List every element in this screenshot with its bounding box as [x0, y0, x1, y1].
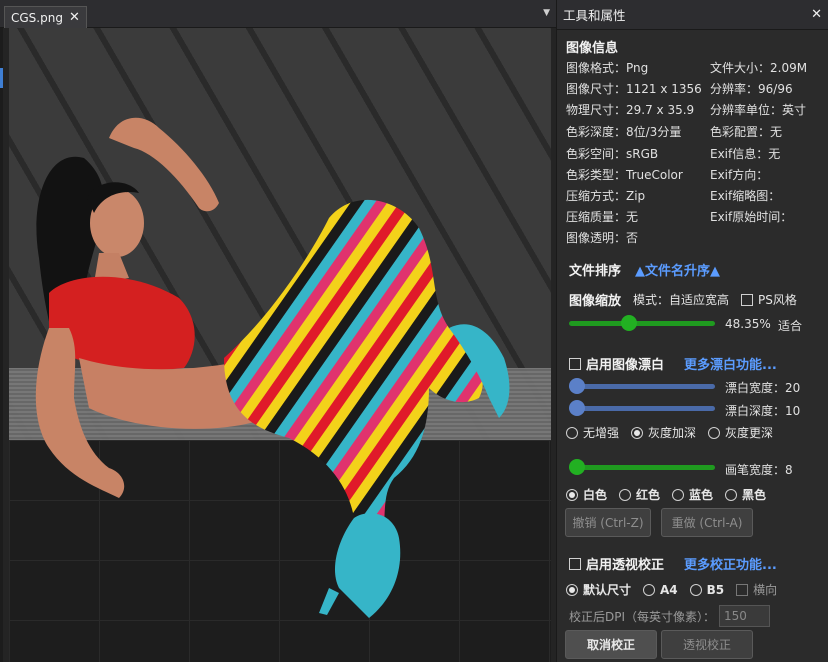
info-depth: 色彩深度：8位/3分量: [566, 125, 682, 139]
info-format: 图像格式：Png: [566, 61, 649, 75]
info-quality: 压缩质量：无: [566, 210, 639, 224]
tab-close-icon[interactable]: ✕: [69, 10, 80, 25]
info-physical: 物理尺寸：29.7 x 35.9: [566, 103, 695, 117]
whiten-checkbox[interactable]: [569, 357, 581, 370]
panel-header: 工具和属性 ✕: [557, 0, 828, 30]
color-label-white: 白色: [583, 488, 608, 502]
color-radio-black[interactable]: [725, 488, 738, 501]
info-resolution: 分辨率：96/96: [710, 82, 793, 96]
tab-bar: CGS.png ✕ ▼: [0, 0, 556, 28]
enhance-radio-deeper[interactable]: [708, 426, 721, 439]
perspective-more-link[interactable]: 更多校正功能...: [684, 554, 777, 573]
panel-title: 工具和属性: [563, 8, 626, 23]
size-radio-b5[interactable]: [689, 583, 702, 596]
whiten-depth-slider[interactable]: [569, 398, 715, 418]
brush-color-options: 白色 红色 蓝色 黑色: [566, 486, 778, 503]
zoom-slider[interactable]: [569, 313, 715, 333]
file-sort-label: 文件排序: [569, 264, 622, 279]
landscape-checkbox[interactable]: [736, 583, 749, 596]
cancel-correction-button[interactable]: 取消校正: [565, 630, 657, 659]
info-exif-thumb: Exif缩略图：: [710, 189, 781, 203]
zoom-mode: 模式：自适应宽高: [633, 293, 730, 307]
size-label-a4: A4: [660, 582, 678, 597]
tab-cgs-png[interactable]: CGS.png ✕: [4, 6, 87, 28]
info-colorspace: 色彩空间：sRGB: [566, 147, 659, 161]
size-label-default: 默认尺寸: [583, 583, 632, 597]
enhance-label-deepen: 灰度加深: [648, 426, 697, 440]
info-compression: 压缩方式：Zip: [566, 189, 646, 203]
ps-style-label: PS风格: [758, 293, 797, 307]
info-res-unit: 分辨率单位：英寸: [710, 103, 807, 117]
file-sort-row: 文件排序 ▲文件名升序▲: [569, 260, 720, 279]
zoom-percent: 48.35%: [725, 317, 771, 331]
whiten-enable-label: 启用图像漂白: [586, 358, 665, 373]
zoom-fit-label[interactable]: 适合: [778, 317, 802, 334]
color-radio-blue[interactable]: [672, 488, 685, 501]
info-colortype: 色彩类型：TrueColor: [566, 168, 683, 182]
size-radio-a4[interactable]: [643, 583, 656, 596]
color-label-black: 黑色: [742, 488, 767, 502]
dpi-label: 校正后DPI（每英寸像素）：: [569, 610, 716, 624]
perspective-row: 启用透视校正 更多校正功能...: [569, 554, 777, 573]
whiten-more-link[interactable]: 更多漂白功能...: [684, 354, 777, 373]
landscape-label: 横向: [753, 583, 778, 597]
undo-button[interactable]: 撤销 (Ctrl-Z): [565, 508, 651, 537]
color-label-blue: 蓝色: [689, 488, 714, 502]
whiten-depth-label: 漂白深度：10: [725, 404, 801, 418]
whiten-width-thumb[interactable]: [569, 378, 585, 394]
whiten-width-label: 漂白宽度：20: [725, 381, 801, 395]
image-viewer: CGS.png ✕ ▼: [0, 0, 556, 662]
color-radio-white[interactable]: [566, 488, 578, 501]
left-edge-bar: [0, 28, 3, 662]
info-exif-orient: Exif方向：: [710, 168, 769, 182]
info-size: 图像尺寸：1121 x 1356: [566, 82, 702, 96]
size-radio-default[interactable]: [566, 583, 578, 596]
info-exif-time: Exif原始时间：: [710, 210, 793, 224]
enhance-radio-deepen[interactable]: [631, 426, 644, 439]
brush-width-label: 画笔宽度：8: [725, 463, 793, 477]
info-exif: Exif信息：无: [710, 147, 781, 161]
tools-panel: 工具和属性 ✕ 图像信息 图像格式：Png 图像尺寸：1121 x 1356 物…: [556, 0, 828, 662]
enhance-label-none: 无增强: [583, 426, 620, 440]
zoom-slider-thumb[interactable]: [621, 315, 637, 331]
info-transparency: 图像透明：否: [566, 231, 639, 245]
info-profile: 色彩配置：无: [710, 125, 783, 139]
image-figure: [35, 117, 510, 618]
tab-label: CGS.png: [11, 10, 63, 25]
whiten-width-slider[interactable]: [569, 376, 715, 396]
apply-correction-button[interactable]: 透视校正: [661, 630, 753, 659]
brush-width-thumb[interactable]: [569, 459, 585, 475]
ps-style-checkbox[interactable]: [741, 293, 754, 306]
panel-close-icon[interactable]: ✕: [811, 7, 822, 22]
zoom-row: 图像缩放 模式：自适应宽高 PS风格: [569, 290, 797, 309]
info-filesize: 文件大小：2.09M: [710, 61, 808, 75]
redo-button[interactable]: 重做 (Ctrl-A): [661, 508, 753, 537]
enhance-label-deeper: 灰度更深: [725, 426, 774, 440]
color-label-red: 红色: [636, 488, 661, 502]
image-canvas[interactable]: [9, 28, 551, 662]
perspective-checkbox[interactable]: [569, 557, 581, 570]
whiten-row: 启用图像漂白 更多漂白功能...: [569, 354, 777, 373]
dpi-input[interactable]: [719, 605, 770, 627]
enhance-radio-none[interactable]: [566, 426, 578, 439]
perspective-enable-label: 启用透视校正: [586, 558, 665, 573]
whiten-depth-thumb[interactable]: [569, 400, 585, 416]
edge-marker: [0, 68, 3, 88]
zoom-label: 图像缩放: [569, 294, 622, 309]
tab-dropdown-icon[interactable]: ▼: [543, 8, 550, 18]
brush-width-slider[interactable]: [569, 457, 715, 477]
color-radio-red[interactable]: [619, 488, 632, 501]
file-sort-link[interactable]: ▲文件名升序▲: [635, 260, 720, 279]
image-info-heading: 图像信息: [566, 41, 619, 56]
enhance-options: 无增强 灰度加深 灰度更深: [566, 424, 785, 441]
paper-size-options: 默认尺寸 A4 B5 横向: [566, 581, 789, 598]
size-label-b5: B5: [706, 582, 725, 597]
